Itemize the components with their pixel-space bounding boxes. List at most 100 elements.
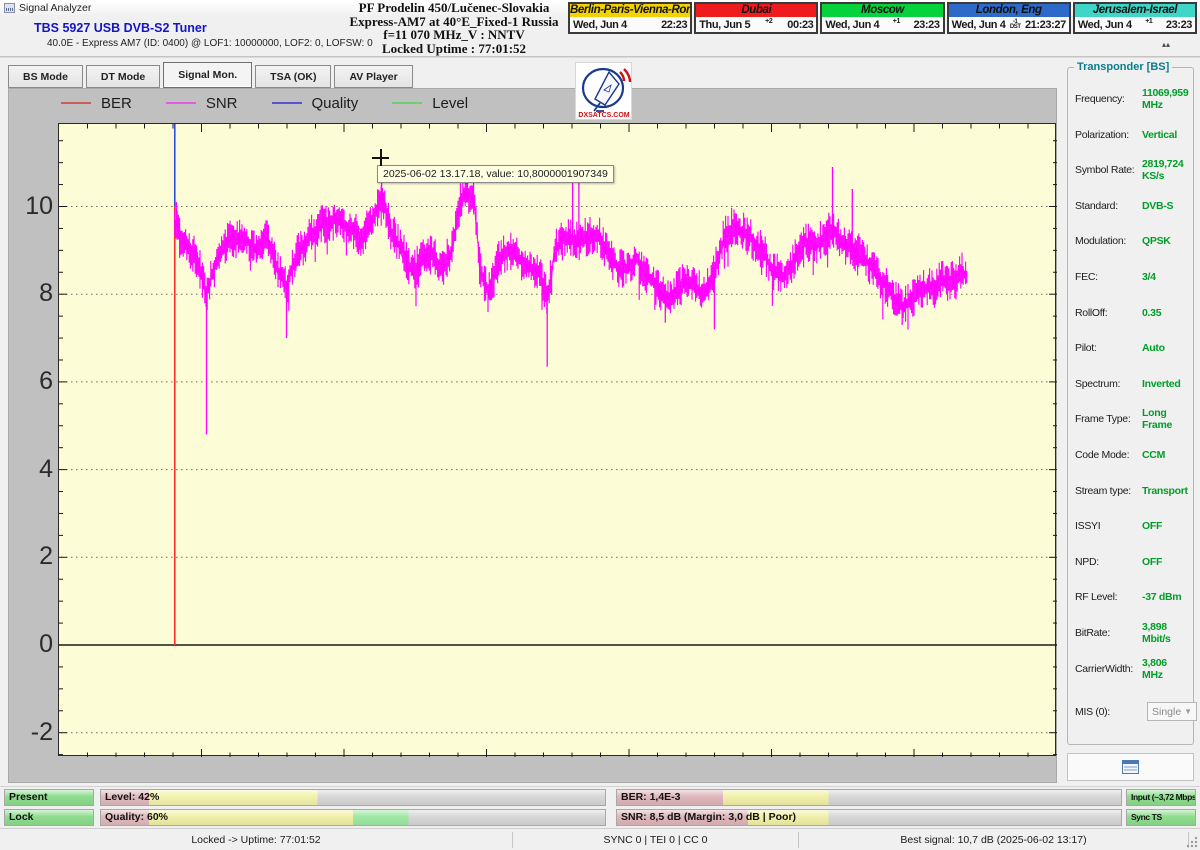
transponder-row: RF Level: -37 dBm bbox=[1075, 590, 1188, 604]
ts-list-icon bbox=[1122, 760, 1139, 774]
transponder-value: 3/4 bbox=[1142, 271, 1156, 283]
transponder-value: 3,898 Mbit/s bbox=[1142, 621, 1171, 645]
signal-status-bars: Present Lock Input (~3,72 Mbps) Sync TS Leve… bbox=[0, 786, 1200, 828]
chart-tooltip: 2025-06-02 13.17.18, value: 10,800000190… bbox=[377, 165, 614, 183]
y-axis-label: 10 bbox=[25, 191, 53, 220]
transponder-row: RollOff: 0.35 bbox=[1075, 306, 1188, 320]
legend-label: BER bbox=[101, 94, 132, 112]
dxsatcs-logo: DXSATCS.COM bbox=[575, 62, 632, 120]
clock-date: Wed, Jun 4 bbox=[573, 18, 627, 31]
transponder-row: Frame Type: Long Frame bbox=[1075, 407, 1188, 431]
transponder-label: Symbol Rate: bbox=[1075, 164, 1135, 177]
clock-time: 00:23 bbox=[787, 18, 814, 31]
clock-city-label: Moscow bbox=[822, 4, 943, 17]
mis-dropdown[interactable]: Single ▼ bbox=[1147, 702, 1197, 722]
clock-3: London, Eng Wed, Jun 4 -1 DST 21:23:27 bbox=[946, 2, 1071, 34]
signal-chart-panel: BER SNR Quality Level 10 8 6 4 2 0 -2 bbox=[8, 88, 1057, 783]
transponder-value: -37 dBm bbox=[1142, 591, 1182, 604]
transponder-title: Transponder [BS] bbox=[1074, 61, 1173, 73]
indicator-sync-ts: Sync TS bbox=[1126, 809, 1196, 826]
station-line-3: f=11 070 MHz_V : NNTV bbox=[383, 27, 525, 42]
transponder-value: Transport bbox=[1142, 484, 1188, 497]
statusbar-sync: SYNC 0 | TEI 0 | CC 0 bbox=[603, 834, 708, 846]
legend-line-icon bbox=[165, 102, 196, 104]
transponder-label: Standard: bbox=[1075, 199, 1118, 212]
indicator-input-3-72-mbps-: Input (~3,72 Mbps) bbox=[1126, 789, 1196, 806]
station-header: PF Prodelin 450/Lučenec-Slovakia Express… bbox=[338, 1, 570, 55]
legend-label: Quality bbox=[311, 94, 359, 112]
transponder-label: NPD: bbox=[1075, 555, 1099, 568]
clock-dst-offset: -1 DST bbox=[1009, 18, 1021, 30]
transponder-row: Spectrum: Inverted bbox=[1075, 377, 1188, 391]
window-title: Signal Analyzer bbox=[19, 1, 92, 14]
station-line-2: Express-AM7 at 40°E_Fixed-1 Russia bbox=[349, 13, 559, 29]
snr-plot[interactable] bbox=[58, 123, 1057, 757]
tab-signal-mon-[interactable]: Signal Mon. bbox=[163, 62, 253, 88]
transponder-label: RF Level: bbox=[1075, 591, 1118, 604]
transponder-value: CCM bbox=[1142, 449, 1166, 461]
y-axis-label: 2 bbox=[39, 542, 53, 571]
app-icon bbox=[4, 2, 15, 13]
transponder-groupbox: Transponder [BS] Frequency: 11069,959 MHz… bbox=[1067, 61, 1197, 745]
transponder-label: Spectrum: bbox=[1075, 377, 1121, 390]
resize-grip[interactable] bbox=[1186, 836, 1198, 848]
tab-dt-mode[interactable]: DT Mode bbox=[85, 65, 161, 88]
transponder-row: Code Mode: CCM bbox=[1075, 448, 1188, 462]
indicator-present: Present bbox=[4, 789, 94, 806]
transponder-label: ISSYI bbox=[1075, 520, 1101, 533]
station-line-1: PF Prodelin 450/Lučenec-Slovakia bbox=[358, 0, 550, 15]
clock-date: Thu, Jun 5 bbox=[699, 18, 751, 31]
transponder-label: Frequency: bbox=[1075, 93, 1125, 105]
tab-av-player[interactable]: AV Player bbox=[334, 65, 413, 88]
ts-list-button[interactable] bbox=[1067, 753, 1194, 781]
clock-utc-offset: +1 bbox=[892, 18, 901, 25]
transponder-label: Pilot: bbox=[1075, 342, 1097, 355]
transponder-panel: Transponder [BS] Frequency: 11069,959 MHz… bbox=[1062, 58, 1198, 784]
clock-time: 21:23:27 bbox=[1024, 18, 1066, 31]
tab-tsa-ok-[interactable]: TSA (OK) bbox=[255, 65, 332, 88]
clock-time: 22:23 bbox=[661, 18, 688, 31]
y-axis-label: 6 bbox=[39, 366, 53, 395]
transponder-row: FEC: 3/4 bbox=[1075, 270, 1188, 284]
transponder-row: Frequency: 11069,959 MHz bbox=[1075, 87, 1189, 111]
meter-snr: SNR: 8,5 dB (Margin: 3,0 dB | Poor) bbox=[616, 809, 1122, 826]
tab-bs-mode[interactable]: BS Mode bbox=[8, 65, 83, 88]
crosshair-cursor-icon bbox=[372, 149, 389, 166]
meter-level: Level: 42% bbox=[100, 789, 606, 806]
transponder-row: ISSYI OFF bbox=[1075, 519, 1188, 533]
clock-2: Moscow Wed, Jun 4 +1 23:23 bbox=[820, 2, 945, 34]
legend-line-icon bbox=[392, 102, 423, 104]
transponder-label: Code Mode: bbox=[1075, 449, 1130, 461]
transponder-row: Symbol Rate: 2819,724 KS/s bbox=[1075, 158, 1188, 182]
y-axis-label: 8 bbox=[39, 279, 53, 308]
clock-city-label: London, Eng bbox=[948, 4, 1069, 17]
indicator-lock: Lock bbox=[4, 809, 94, 826]
transponder-label: CarrierWidth: bbox=[1075, 662, 1133, 675]
clock-time-row: Wed, Jun 4 +1 23:23 bbox=[822, 17, 943, 32]
clock-4: Jerusalem-Israel Wed, Jun 4 +1 23:23 bbox=[1072, 2, 1198, 34]
clock-date: Wed, Jun 4 bbox=[1077, 18, 1132, 31]
clock-date: Wed, Jun 4 bbox=[825, 18, 880, 31]
transponder-value: OFF bbox=[1142, 555, 1163, 568]
world-clocks: Berlin-Paris-Vienna-Roma Wed, Jun 4 22:23 D… bbox=[568, 2, 1198, 34]
mis-row: MIS (0): Single ▼ bbox=[1075, 702, 1197, 722]
transponder-value: Vertical bbox=[1142, 128, 1177, 141]
statusbar-best-signal: Best signal: 10,7 dB (2025-06-02 13:17) bbox=[900, 834, 1087, 846]
transponder-value: QPSK bbox=[1142, 235, 1171, 248]
meter-quality: Quality: 60% bbox=[100, 809, 606, 826]
tuner-name: TBS 5927 USB DVB-S2 Tuner bbox=[34, 21, 207, 35]
transponder-label: Frame Type: bbox=[1075, 413, 1131, 426]
statusbar-uptime: Locked -> Uptime: 77:01:52 bbox=[191, 834, 321, 846]
clock-utc-offset: +1 bbox=[1145, 18, 1153, 25]
transponder-label: Modulation: bbox=[1075, 235, 1126, 248]
legend-item-ber: BER bbox=[61, 95, 132, 112]
axis-ticks bbox=[59, 124, 1057, 757]
header-separator bbox=[0, 56, 1200, 58]
panel-handle-icon: ▴▴ bbox=[1161, 40, 1171, 49]
transponder-label: Stream type: bbox=[1075, 484, 1131, 497]
transponder-row: Standard: DVB-S bbox=[1075, 199, 1188, 213]
clock-date: Wed, Jun 4 bbox=[951, 18, 1006, 31]
transponder-row: Pilot: Auto bbox=[1075, 341, 1188, 355]
transponder-value: 0.35 bbox=[1142, 306, 1162, 319]
chart-legend: BER SNR Quality Level bbox=[61, 92, 468, 114]
